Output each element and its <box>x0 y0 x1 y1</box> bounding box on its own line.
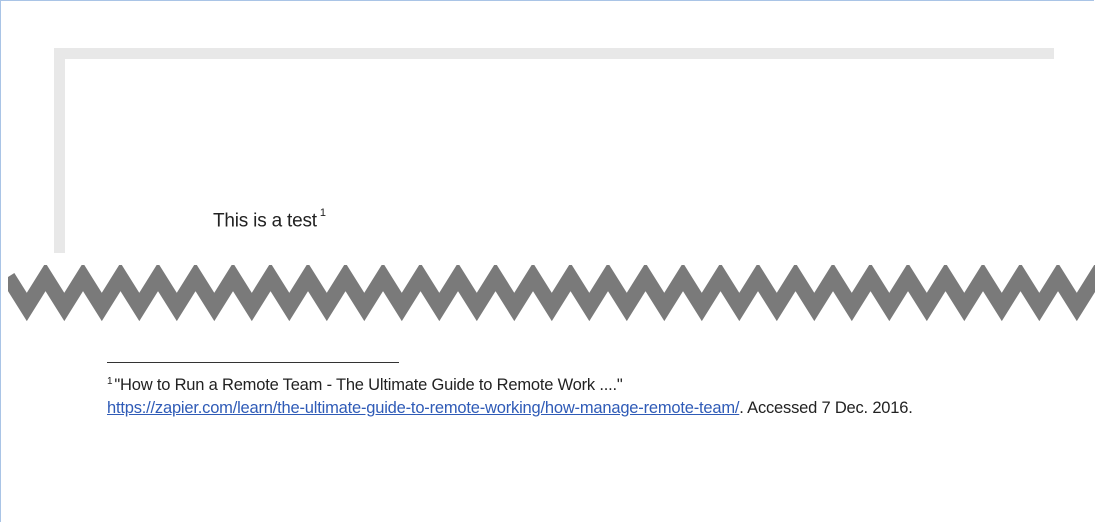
document-body-line[interactable]: This is a test 1 <box>213 207 326 232</box>
footnote-title: "How to Run a Remote Team - The Ultimate… <box>114 376 623 394</box>
body-text: This is a test <box>213 210 317 232</box>
page-left-edge <box>54 48 65 253</box>
footnote-separator <box>107 362 399 363</box>
footnote: 1 "How to Run a Remote Team - The Ultimat… <box>107 375 1067 418</box>
footnote-link[interactable]: https://zapier.com/learn/the-ultimate-gu… <box>107 399 739 417</box>
footnote-accessed: . Accessed 7 Dec. 2016. <box>739 399 913 417</box>
screenshot-frame <box>0 0 1094 522</box>
page-top-edge <box>54 48 1054 59</box>
footnote-reference[interactable]: 1 <box>320 207 326 219</box>
footnote-marker: 1 <box>107 376 113 387</box>
page-break-zigzag <box>8 265 1095 322</box>
